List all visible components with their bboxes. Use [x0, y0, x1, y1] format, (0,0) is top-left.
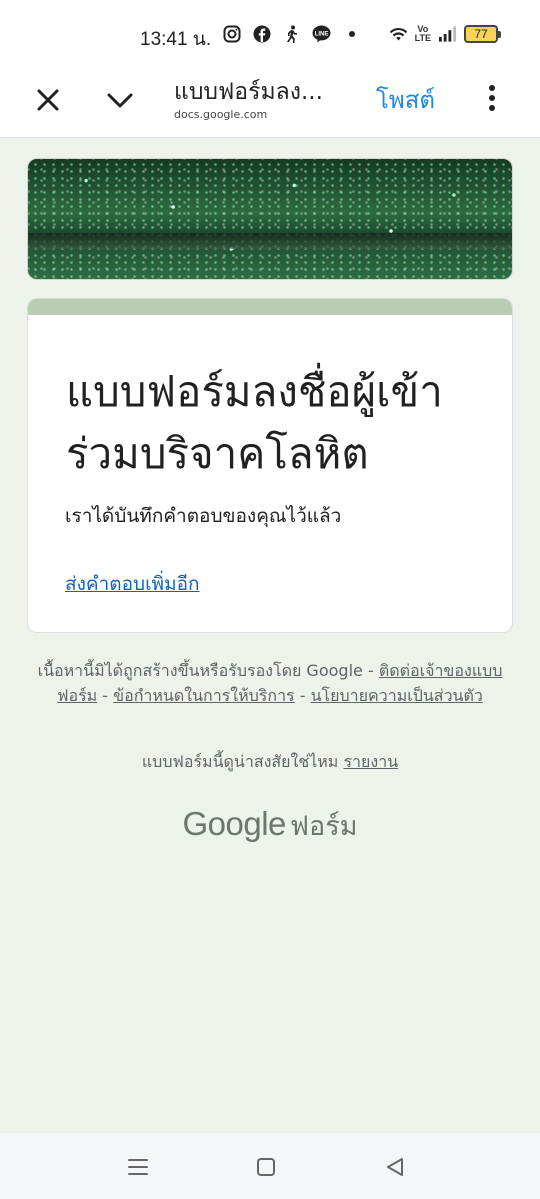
home-icon[interactable] [252, 1153, 280, 1181]
footer-disclaimer: เนื้อหานี้มิได้ถูกสร้างขึ้นหรือรับรองโดย… [30, 658, 510, 708]
wifi-icon [389, 24, 408, 43]
volte-label: Vo LTE [414, 23, 431, 43]
confirmation-card: แบบฟอร์มลงชื่อผู้เข้าร่วมบริจาคโลหิต เรา… [27, 298, 513, 633]
card-accent-bar [28, 299, 512, 315]
system-navigation-bar [0, 1133, 540, 1199]
dot-icon [342, 24, 361, 43]
signal-icon [438, 24, 457, 43]
walking-icon [282, 24, 301, 43]
logo-forms-text: ฟอร์ม [289, 811, 358, 842]
status-bar: 13:41 น. LINE Vo LTE 77 [0, 0, 540, 70]
submit-another-response-link[interactable]: ส่งคำตอบเพิ่มอีก [65, 569, 200, 599]
form-header-image [27, 158, 513, 280]
svg-text:LINE: LINE [315, 31, 329, 37]
form-title: แบบฟอร์มลงชื่อผู้เข้าร่วมบริจาคโลหิต [66, 367, 443, 478]
status-system-icons: Vo LTE 77 [389, 23, 501, 43]
separator: - [294, 686, 311, 705]
status-time: 13:41 น. [140, 29, 212, 50]
banner-stand-band [28, 233, 512, 249]
page-url: docs.google.com [174, 108, 268, 121]
close-icon[interactable] [30, 82, 66, 118]
google-forms-logo[interactable]: Google ฟอร์ม [0, 804, 540, 847]
back-icon[interactable] [381, 1153, 409, 1181]
top-toolbar: แบบฟอร์มลง... docs.google.com โพสต์ [0, 70, 540, 138]
terms-of-service-link[interactable]: ข้อกำหนดในการให้บริการ [113, 686, 294, 705]
suspicious-text: แบบฟอร์มนี้ดูน่าสงสัยใช่ไหม [141, 752, 339, 771]
status-notification-icons: LINE [222, 24, 361, 43]
recent-apps-icon[interactable] [124, 1153, 152, 1181]
post-button[interactable]: โพสต์ [376, 80, 435, 119]
more-options-icon[interactable] [478, 82, 506, 114]
battery-icon: 77 [464, 24, 501, 43]
logo-google-text: Google [182, 805, 286, 842]
battery-level: 77 [474, 26, 488, 41]
disclaimer-text: เนื้อหานี้มิได้ถูกสร้างขึ้นหรือรับรองโดย… [37, 661, 374, 680]
report-link[interactable]: รายงาน [343, 752, 398, 771]
report-line: แบบฟอร์มนี้ดูน่าสงสัยใช่ไหม รายงาน [0, 750, 540, 775]
confirmation-message: เราได้บันทึกคำตอบของคุณไว้แล้ว [65, 505, 342, 527]
line-icon: LINE [312, 24, 331, 43]
instagram-icon [222, 24, 241, 43]
page-title: แบบฟอร์มลง... [174, 79, 323, 105]
privacy-policy-link[interactable]: นโยบายความเป็นส่วนตัว [311, 686, 483, 705]
chevron-down-icon[interactable] [102, 82, 138, 118]
separator: - [97, 686, 114, 705]
facebook-icon [252, 24, 271, 43]
